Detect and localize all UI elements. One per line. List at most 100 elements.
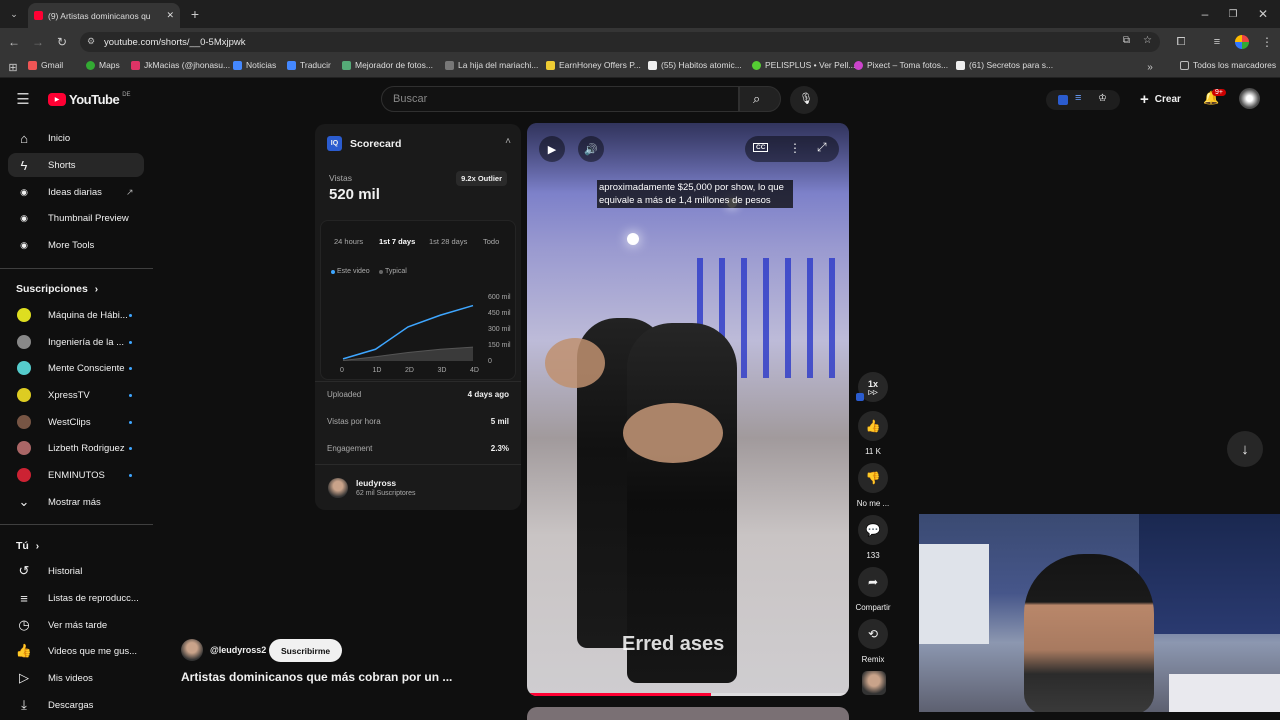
captions-icon[interactable]: CC <box>753 143 769 152</box>
playlist-icon: ≡ <box>20 590 28 606</box>
audio-source-thumbnail[interactable] <box>862 671 886 695</box>
install-app-icon[interactable]: ⧉ <box>1123 35 1130 46</box>
legend-typical: Typical <box>379 268 407 275</box>
search-button[interactable]: ⌕ <box>739 86 781 112</box>
video-title[interactable]: Artistas dominicanos que más cobran por … <box>181 670 452 684</box>
reading-list-icon[interactable]: ≡ <box>1208 33 1226 51</box>
more-options-icon[interactable]: ⋮ <box>789 141 801 155</box>
range-tab-24h[interactable]: 24 hours <box>334 237 363 246</box>
tab-close-icon[interactable]: ✕ <box>166 10 174 21</box>
hand-blur <box>545 338 605 388</box>
profile-avatar[interactable] <box>1235 35 1249 49</box>
bookmark-star-icon[interactable]: ☆ <box>1143 35 1152 46</box>
sub-item[interactable]: ENMINUTOS <box>8 463 144 487</box>
sidebar-item-inicio[interactable]: ⌂ Inicio <box>8 126 144 150</box>
youtube-logo[interactable]: ▶ YouTube DE <box>48 92 131 107</box>
subscribe-button[interactable]: Suscribirme <box>269 639 343 662</box>
sidebar-item-thumbnail-preview[interactable]: ◉ Thumbnail Preview <box>8 206 144 230</box>
progress-track[interactable] <box>527 693 849 696</box>
bookmark-pelisplus[interactable]: PELISPLUS • Ver Pell... <box>752 60 855 70</box>
hamburger-menu-icon[interactable]: ☰ <box>14 90 32 108</box>
subscriptions-heading[interactable]: Suscripciones › <box>16 283 98 295</box>
you-heading[interactable]: Tú › <box>16 540 39 552</box>
extensions-icon[interactable]: ⧠ <box>1172 33 1190 51</box>
search-input[interactable]: Buscar <box>381 86 739 112</box>
sidebar-item-more-tools[interactable]: ◉ More Tools <box>8 233 144 257</box>
bookmark-secretos[interactable]: (61) Secretos para s... <box>956 60 1053 70</box>
all-bookmarks-folder[interactable]: Todos los marcadores <box>1180 60 1276 70</box>
back-icon[interactable]: ← <box>5 33 23 51</box>
channel-avatar <box>17 335 31 349</box>
bookmark-habitos[interactable]: (55) Habitos atomic... <box>648 60 742 70</box>
url-input[interactable]: ⚙ youtube.com/shorts/__0-5Mxjpwk ⧉ ☆ <box>80 32 1160 52</box>
comments-button[interactable]: 💬 <box>858 515 888 545</box>
video-channel-handle[interactable]: @leudyross2 <box>210 645 266 655</box>
bookmark-traducir[interactable]: Traducir <box>287 60 331 70</box>
channel-avatar <box>17 388 31 402</box>
range-tab-all[interactable]: Todo <box>483 237 499 246</box>
y-tick-label: 300 mil <box>488 326 511 333</box>
video-channel-avatar[interactable] <box>181 639 203 661</box>
vidiq-dot-icon: ◉ <box>20 239 28 250</box>
bookmark-gmail[interactable]: Gmail <box>28 60 63 70</box>
apps-grid-icon[interactable]: ⊞ <box>4 58 22 76</box>
sidebar-item-historial[interactable]: ↺ Historial <box>8 559 144 583</box>
restore-icon[interactable]: ❐ <box>1224 5 1242 23</box>
vidiq-icon[interactable] <box>1058 95 1068 105</box>
more-bookmarks-icon[interactable]: » <box>1141 58 1159 76</box>
channel-avatar[interactable] <box>328 478 348 498</box>
bookmark-pixect[interactable]: Pixect – Toma fotos... <box>854 60 948 70</box>
sub-item[interactable]: Máquina de Hábi... <box>8 303 144 327</box>
range-tab-28d[interactable]: 1st 28 days <box>429 237 467 246</box>
bookmark-instagram[interactable]: JkMacias (@jhonasu... <box>131 60 230 70</box>
vidiq-list-icon[interactable]: ≡ <box>1075 92 1081 104</box>
sidebar-item-downloads[interactable]: ⤓ Descargas <box>8 693 144 717</box>
sidebar-item-shorts[interactable]: ϟ Shorts <box>8 153 144 177</box>
menu-kebab-icon[interactable]: ⋮ <box>1258 33 1276 51</box>
bookmark-maps[interactable]: Maps <box>86 60 120 70</box>
window-light <box>919 544 989 644</box>
next-short-button[interactable]: ↓ <box>1227 431 1263 467</box>
play-button[interactable]: ▶ <box>539 136 565 162</box>
close-window-icon[interactable]: ✕ <box>1254 5 1272 23</box>
sidebar-item-ideas-diarias[interactable]: ◉ Ideas diarias ↗ <box>8 180 144 204</box>
sub-item[interactable]: Ingeniería de la ... <box>8 330 144 354</box>
minimize-icon[interactable]: – <box>1196 5 1214 23</box>
voice-search-button[interactable]: 🎙 <box>790 86 818 114</box>
browser-tab-active[interactable]: (9) Artistas dominicanos qu ✕ <box>28 3 180 28</box>
shorts-video-player[interactable]: ▶ 🔊 CC ⋮ ⤢ aproximadamente $25,000 por s… <box>527 123 849 696</box>
sub-item[interactable]: Lizbeth Rodriguez <box>8 436 144 460</box>
new-tab-icon[interactable]: + <box>186 5 204 23</box>
sidebar-label: Descargas <box>48 699 94 711</box>
reload-icon[interactable]: ↻ <box>53 33 71 51</box>
bookmark-mejorador[interactable]: Mejorador de fotos... <box>342 60 433 70</box>
dislike-button[interactable]: 👎 <box>858 463 888 493</box>
site-info-icon[interactable]: ⚙ <box>87 36 95 47</box>
like-button[interactable]: 👍 <box>858 411 888 441</box>
sidebar-item-my-videos[interactable]: ▷ Mis videos <box>8 666 144 690</box>
bookmark-mariachi[interactable]: La hija del mariachi... <box>445 60 538 70</box>
sub-item[interactable]: WestClips <box>8 410 144 434</box>
volume-button[interactable]: 🔊 <box>578 136 604 162</box>
sub-item[interactable]: Mente Consciente <box>8 356 144 380</box>
tab-search-chevron-icon[interactable]: ⌄ <box>5 5 23 23</box>
account-avatar[interactable] <box>1239 88 1260 109</box>
create-button[interactable]: + Crear <box>1140 91 1181 108</box>
collapse-chevron-icon[interactable]: ˄ <box>505 136 511 147</box>
bookmark-earnhoney[interactable]: EarnHoney Offers P... <box>546 60 641 70</box>
sub-item[interactable]: XpressTV <box>8 383 144 407</box>
forward-icon[interactable]: → <box>29 33 47 51</box>
sidebar-item-watch-later[interactable]: ◷ Ver más tarde <box>8 613 144 637</box>
remix-button[interactable]: ⟲ <box>858 619 888 649</box>
next-short-peek[interactable] <box>527 707 849 720</box>
bookmark-noticias[interactable]: Noticias <box>233 60 276 70</box>
range-tab-7d[interactable]: 1st 7 days <box>379 237 415 246</box>
share-button[interactable]: ➦ <box>858 567 888 597</box>
fullscreen-icon[interactable]: ⤢ <box>817 140 827 155</box>
sidebar-item-playlists[interactable]: ≡ Listas de reproducc... <box>8 586 144 610</box>
trophy-icon[interactable]: ♔ <box>1098 93 1107 104</box>
show-more-button[interactable]: ⌄ Mostrar más <box>8 490 144 514</box>
y-tick-label: 450 mil <box>488 310 511 317</box>
channel-name[interactable]: leudyross <box>356 478 396 488</box>
sidebar-item-liked[interactable]: 👍 Videos que me gus... <box>8 639 144 663</box>
